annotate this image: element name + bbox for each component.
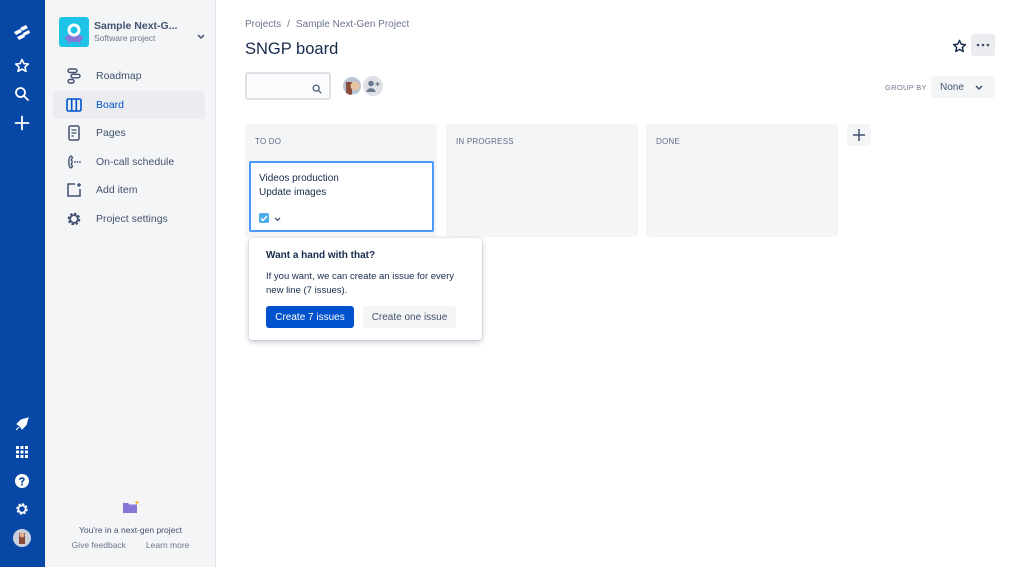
help-icon[interactable] (11, 470, 33, 492)
group-by-select[interactable]: None (931, 76, 995, 98)
group-by-label: GROUP BY (885, 83, 927, 92)
gear-icon (66, 211, 82, 227)
sidebar-item-roadmap[interactable]: Roadmap (53, 62, 205, 91)
group-by-value: None (940, 81, 964, 93)
sidebar-item-label: Roadmap (96, 70, 142, 83)
sidebar-item-pages[interactable]: Pages (53, 119, 205, 148)
sidebar-item-label: Add item (96, 184, 138, 197)
column-title: DONE (656, 137, 680, 146)
give-feedback-link[interactable]: Give feedback (72, 540, 126, 550)
breadcrumb: Projects / Sample Next-Gen Project (245, 19, 409, 30)
page-title: SNGP board (245, 40, 339, 58)
issue-line: Videos production (259, 173, 339, 184)
app: Sample Next-G... Software project Roadma… (0, 0, 1024, 567)
global-nav (0, 0, 45, 567)
column-title: TO DO (255, 137, 282, 146)
create-multiple-issues-button[interactable]: Create 7 issues (266, 306, 354, 328)
popover-body: If you want, we can create an issue for … (266, 271, 454, 296)
chevron-down-icon (274, 209, 281, 227)
sidebar-footer: You're in a next-gen project Give feedba… (45, 500, 216, 550)
app-switcher-icon[interactable] (11, 441, 33, 463)
pages-icon (66, 125, 82, 141)
add-person-icon (366, 80, 380, 92)
add-column-button[interactable] (847, 124, 871, 146)
user-avatar[interactable] (11, 527, 33, 549)
phone-icon (66, 154, 82, 170)
starred-icon[interactable] (11, 55, 33, 77)
sidebar-item-label: Pages (96, 127, 126, 140)
column-in-progress: IN PROGRESS (446, 124, 638, 237)
column-done: DONE (646, 124, 838, 237)
more-icon (976, 43, 990, 47)
sidebar-item-label: On-call schedule (96, 155, 175, 168)
breadcrumb-project[interactable]: Sample Next-Gen Project (296, 19, 409, 30)
sidebar-item-board[interactable]: Board (53, 90, 205, 119)
project-avatar (59, 17, 89, 47)
project-switcher[interactable]: Sample Next-G... Software project (59, 16, 209, 48)
more-actions-button[interactable] (971, 34, 995, 56)
star-board-button[interactable] (950, 37, 968, 55)
issue-type-selector[interactable] (259, 209, 281, 227)
plus-icon (853, 129, 865, 141)
popover-title: Want a hand with that? (266, 250, 376, 261)
issue-line: Update images (259, 187, 327, 198)
next-gen-note: You're in a next-gen project (79, 525, 182, 535)
roadmap-icon (66, 68, 82, 84)
sidebar-item-on-call-schedule[interactable]: On-call schedule (53, 148, 205, 177)
project-sidebar: Sample Next-G... Software project Roadma… (45, 0, 216, 567)
breadcrumb-separator: / (287, 19, 290, 30)
task-icon (259, 213, 269, 223)
add-people-button[interactable] (361, 74, 385, 98)
settings-icon[interactable] (11, 498, 33, 520)
search-icon[interactable] (11, 83, 33, 105)
chevron-down-icon (197, 27, 205, 45)
sidebar-item-project-settings[interactable]: Project settings (53, 205, 205, 234)
column-title: IN PROGRESS (456, 137, 514, 146)
star-icon (952, 39, 966, 52)
learn-more-link[interactable]: Learn more (146, 540, 189, 550)
jira-logo-icon[interactable] (11, 22, 33, 44)
project-type: Software project (94, 32, 156, 43)
rocket-icon[interactable] (11, 413, 33, 435)
assignee-avatar[interactable] (341, 75, 363, 97)
project-name: Sample Next-G... (94, 19, 178, 32)
search-icon (312, 81, 322, 99)
sidebar-item-label: Board (96, 98, 125, 111)
board-main: Projects / Sample Next-Gen Project SNGP bo… (245, 0, 1024, 567)
project-nav: Roadmap Board Pages On-call schedule Add… (53, 62, 205, 233)
column-to-do: TO DO Videos production Update images (245, 124, 437, 237)
multi-line-issue-popover: Want a hand with that? If you want, we c… (249, 238, 482, 340)
add-item-icon (66, 182, 82, 198)
new-issue-textarea[interactable]: Videos production Update images (249, 161, 434, 232)
folder-icon (45, 500, 216, 519)
breadcrumb-projects[interactable]: Projects (245, 19, 281, 30)
chevron-down-icon (975, 83, 983, 94)
board-search-input[interactable] (245, 72, 331, 100)
board-icon (66, 97, 82, 113)
sidebar-item-add-item[interactable]: Add item (53, 176, 205, 205)
create-one-issue-button[interactable]: Create one issue (363, 306, 456, 328)
sidebar-item-label: Project settings (96, 212, 168, 225)
create-plus-icon[interactable] (11, 112, 33, 134)
